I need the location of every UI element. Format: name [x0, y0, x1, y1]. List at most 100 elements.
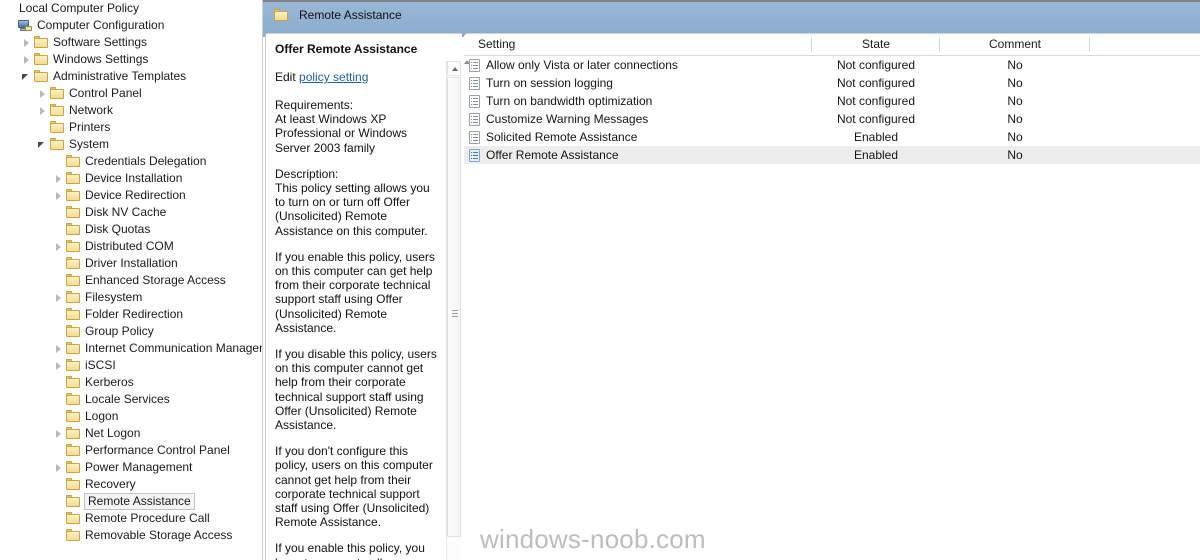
- tree-item-distributed-com[interactable]: Distributed COM: [0, 238, 262, 255]
- tree-item-network[interactable]: Network: [0, 102, 262, 119]
- tree-item-driver-installation[interactable]: Driver Installation: [0, 255, 262, 272]
- table-row[interactable]: Solicited Remote Assistance Enabled No: [464, 128, 1200, 146]
- tree-item-enhanced-storage-access[interactable]: Enhanced Storage Access: [0, 272, 262, 289]
- tree-item-printers[interactable]: Printers: [0, 119, 262, 136]
- list-header-band: [464, 0, 1200, 37]
- cell-comment: No: [1007, 94, 1023, 108]
- chevron-right-icon[interactable]: [20, 51, 33, 68]
- tree-item-software-settings[interactable]: Software Settings: [0, 34, 262, 51]
- description-paragraph-1: This policy setting allows you to turn o…: [275, 181, 430, 238]
- policy-setting-link[interactable]: policy setting: [299, 70, 368, 84]
- tree-item-label: Enhanced Storage Access: [85, 273, 226, 287]
- folder-icon: [49, 87, 65, 100]
- tree-item-iscsi[interactable]: iSCSI: [0, 357, 262, 374]
- chevron-right-icon[interactable]: [52, 187, 65, 204]
- chevron-right-icon[interactable]: [52, 425, 65, 442]
- policy-setting-icon: [469, 148, 480, 162]
- description-heading: Description:: [275, 166, 339, 181]
- tree-item-local-computer-policy[interactable]: Local Computer Policy: [0, 0, 262, 17]
- table-row[interactable]: Offer Remote Assistance Enabled No: [464, 146, 1200, 164]
- tree-item-power-management[interactable]: Power Management: [0, 459, 262, 476]
- settings-list-rows[interactable]: Allow only Vista or later connections Not…: [464, 56, 1200, 164]
- folder-icon: [65, 512, 81, 525]
- extended-details-pane: Remote Assistance Offer Remote Assistanc…: [263, 0, 464, 560]
- chevron-right-icon[interactable]: [52, 289, 65, 306]
- table-row[interactable]: Turn on bandwidth optimization Not config…: [464, 92, 1200, 110]
- tree-item-remote-assistance[interactable]: Remote Assistance: [0, 493, 262, 510]
- settings-list-body[interactable]: Setting State Comment Allow only Vista o…: [464, 33, 1200, 560]
- description-paragraph-4: If you don't configure this policy, user…: [275, 444, 433, 530]
- computer-icon: [17, 19, 33, 33]
- tree-item-performance-control-panel[interactable]: Performance Control Panel: [0, 442, 262, 459]
- chevron-right-icon[interactable]: [20, 34, 33, 51]
- tree-item-label: Group Policy: [85, 324, 154, 338]
- folder-icon: [49, 121, 65, 134]
- tree-item-logon[interactable]: Logon: [0, 408, 262, 425]
- chevron-right-icon[interactable]: [52, 340, 65, 357]
- details-vertical-scrollbar[interactable]: [446, 61, 461, 560]
- tree-item-internet-communication-manageme[interactable]: Internet Communication Manageme: [0, 340, 262, 357]
- folder-icon: [65, 393, 81, 406]
- chevron-right-icon[interactable]: [36, 85, 49, 102]
- tree-item-label: System: [69, 137, 110, 151]
- tree-item-recovery[interactable]: Recovery: [0, 476, 262, 493]
- tree-item-label: Kerberos: [85, 375, 134, 389]
- edit-policy-row: Edit policy setting: [275, 70, 440, 84]
- tree-item-kerberos[interactable]: Kerberos: [0, 374, 262, 391]
- tree-item-filesystem[interactable]: Filesystem: [0, 289, 262, 306]
- tree-item-remote-procedure-call[interactable]: Remote Procedure Call: [0, 510, 262, 527]
- chevron-right-icon[interactable]: [52, 459, 65, 476]
- tree-item-computer-configuration[interactable]: Computer Configuration: [0, 17, 262, 34]
- chevron-right-icon[interactable]: [52, 238, 65, 255]
- console-tree-pane[interactable]: Local Computer Policy Computer Configurat…: [0, 0, 263, 560]
- tree-item-label: Local Computer Policy: [19, 1, 140, 15]
- cell-setting: Offer Remote Assistance: [464, 148, 812, 162]
- cell-comment: No: [1007, 130, 1023, 144]
- folder-icon: [65, 240, 81, 253]
- chevron-right-icon[interactable]: [36, 102, 49, 119]
- tree-item-label: Computer Configuration: [37, 18, 165, 32]
- table-row[interactable]: Customize Warning Messages Not configured…: [464, 110, 1200, 128]
- chevron-down-icon[interactable]: [20, 68, 33, 85]
- cell-state: Not configured: [836, 112, 916, 126]
- tree-item-removable-storage-access[interactable]: Removable Storage Access: [0, 527, 262, 544]
- tree-item-device-redirection[interactable]: Device Redirection: [0, 187, 262, 204]
- tree-item-windows-settings[interactable]: Windows Settings: [0, 51, 262, 68]
- tree-item-disk-quotas[interactable]: Disk Quotas: [0, 221, 262, 238]
- column-header-comment[interactable]: Comment: [940, 34, 1090, 55]
- column-header-setting[interactable]: Setting: [464, 34, 812, 55]
- tree-item-system[interactable]: System: [0, 136, 262, 153]
- scrollbar-thumb[interactable]: [447, 77, 461, 537]
- folder-icon: [65, 172, 81, 185]
- tree-item-folder-redirection[interactable]: Folder Redirection: [0, 306, 262, 323]
- folder-icon: [49, 104, 65, 117]
- list-column-header[interactable]: Setting State Comment: [464, 34, 1200, 56]
- tree-item-group-policy[interactable]: Group Policy: [0, 323, 262, 340]
- table-row[interactable]: Allow only Vista or later connections Not…: [464, 56, 1200, 74]
- tree-item-administrative-templates[interactable]: Administrative Templates: [0, 68, 262, 85]
- scroll-up-arrow-icon[interactable]: [447, 61, 461, 76]
- description-paragraph-2: If you enable this policy, users on this…: [275, 249, 435, 335]
- column-header-state[interactable]: State: [812, 34, 940, 55]
- chevron-down-icon[interactable]: [36, 136, 49, 153]
- tree-item-credentials-delegation[interactable]: Credentials Delegation: [0, 153, 262, 170]
- tree-item-locale-services[interactable]: Locale Services: [0, 391, 262, 408]
- console-tree[interactable]: Local Computer Policy Computer Configurat…: [0, 0, 262, 544]
- tree-item-control-panel[interactable]: Control Panel: [0, 85, 262, 102]
- policy-setting-icon: [469, 112, 480, 126]
- tree-item-device-installation[interactable]: Device Installation: [0, 170, 262, 187]
- tree-item-label: Power Management: [85, 460, 193, 474]
- tree-item-disk-nv-cache[interactable]: Disk NV Cache: [0, 204, 262, 221]
- cell-state: Enabled: [853, 148, 899, 162]
- table-row[interactable]: Turn on session logging Not configured No: [464, 74, 1200, 92]
- chevron-right-icon[interactable]: [52, 170, 65, 187]
- chevron-right-icon[interactable]: [52, 357, 65, 374]
- folder-icon: [33, 70, 49, 83]
- tree-item-label: Software Settings: [53, 35, 148, 49]
- tree-item-net-logon[interactable]: Net Logon: [0, 425, 262, 442]
